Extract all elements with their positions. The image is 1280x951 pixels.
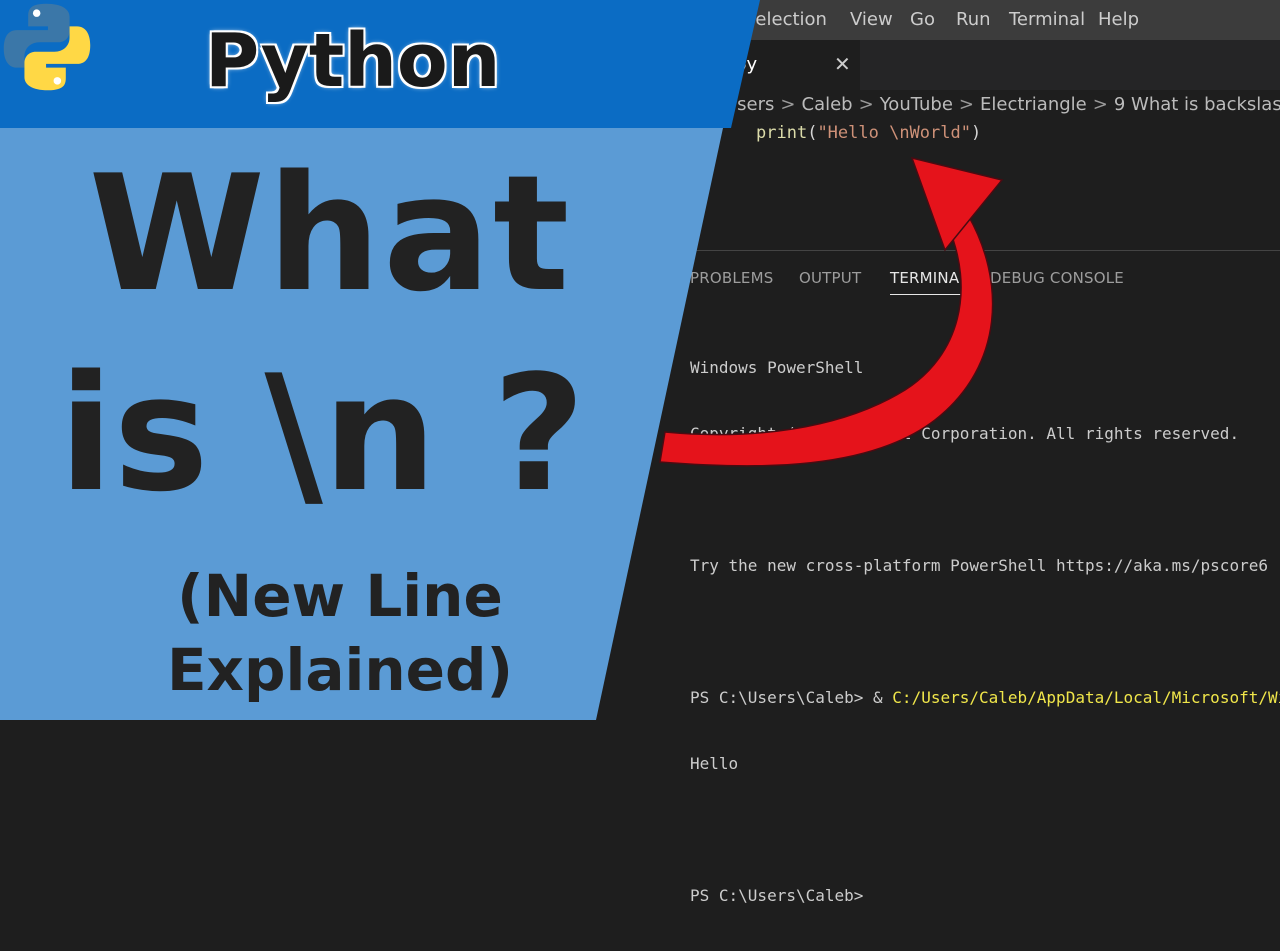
menu-view[interactable]: View — [850, 9, 893, 30]
chevron-right-icon: > — [858, 94, 874, 115]
tab-label: backslash_n.py — [620, 54, 757, 75]
code-editor[interactable]: print("Hello \nWorld") — [0, 120, 1280, 250]
breadcrumb-item[interactable]: Users — [724, 94, 774, 115]
code-function: print — [756, 123, 808, 143]
code-line-1[interactable]: print("Hello \nWorld") — [756, 123, 981, 143]
code-paren-close: ) — [970, 123, 982, 143]
terminal-line: Windows PowerShell — [690, 358, 864, 377]
tab-output[interactable]: OUTPUT — [799, 269, 861, 287]
terminal-blank — [690, 621, 1280, 643]
terminal-command: C:/Users/Caleb/AppData/Local/Microsoft/W… — [892, 688, 1280, 707]
terminal-prompt: PS C:\Users\Caleb> & — [690, 688, 893, 707]
tab-debug-console[interactable]: DEBUG CONSOLE — [990, 269, 1124, 287]
panel-tabs: PROBLEMS OUTPUT TERMINAL DEBUG CONSOLE — [0, 251, 1280, 303]
terminal-line: Copyright (C) Microsoft Corporation. All… — [690, 424, 1240, 443]
tab-terminal[interactable]: TERMINAL — [890, 269, 968, 295]
menu-selection[interactable]: Selection — [744, 9, 827, 30]
code-paren-open: ( — [807, 123, 818, 143]
terminal-prompt-line: PS C:\Users\Caleb> — [690, 886, 864, 905]
editor-tab-bar: backslash_n.py ✕ — [0, 40, 1280, 90]
breadcrumb-item[interactable]: Electriangle — [980, 94, 1087, 115]
terminal-command-line: PS C:\Users\Caleb> & C:/Users/Caleb/AppD… — [690, 687, 1280, 709]
breadcrumb-item[interactable]: 9 What is backslash n (Newline) — [1114, 94, 1280, 115]
chevron-right-icon: > — [958, 94, 974, 115]
terminal-blank — [690, 819, 1280, 841]
breadcrumb-item[interactable]: YouTube — [880, 94, 953, 115]
menu-terminal[interactable]: Terminal — [1009, 9, 1085, 30]
vscode-window: Selection View Go Run Terminal Help back… — [0, 0, 1280, 905]
breadcrumb: Users > Caleb > YouTube > Electriangle >9 What … — [0, 90, 1280, 120]
chevron-right-icon: > — [1092, 94, 1108, 115]
terminal-output[interactable]: Windows PowerShell Copyright (C) Microso… — [690, 313, 1280, 951]
menu-run[interactable]: Run — [956, 9, 991, 30]
terminal-line: Try the new cross-platform PowerShell ht… — [690, 556, 1268, 575]
chevron-right-icon: > — [780, 94, 796, 115]
menu-help[interactable]: Help — [1098, 9, 1139, 30]
tab-filename: backslash_n.py — [620, 54, 758, 75]
menu-bar: Selection View Go Run Terminal Help — [0, 0, 1280, 40]
terminal-blank — [690, 489, 1280, 511]
tab-problems[interactable]: PROBLEMS — [690, 269, 773, 287]
bottom-panel: PROBLEMS OUTPUT TERMINAL DEBUG CONSOLE W… — [0, 250, 1280, 905]
close-icon[interactable]: ✕ — [834, 52, 851, 76]
tab-backslash-n-py[interactable]: backslash_n.py — [620, 40, 860, 90]
breadcrumb-item[interactable]: Caleb — [802, 94, 853, 115]
terminal-output-line: Hello — [690, 754, 739, 773]
menu-go[interactable]: Go — [910, 9, 935, 30]
code-string: "Hello \nWorld" — [817, 123, 971, 143]
